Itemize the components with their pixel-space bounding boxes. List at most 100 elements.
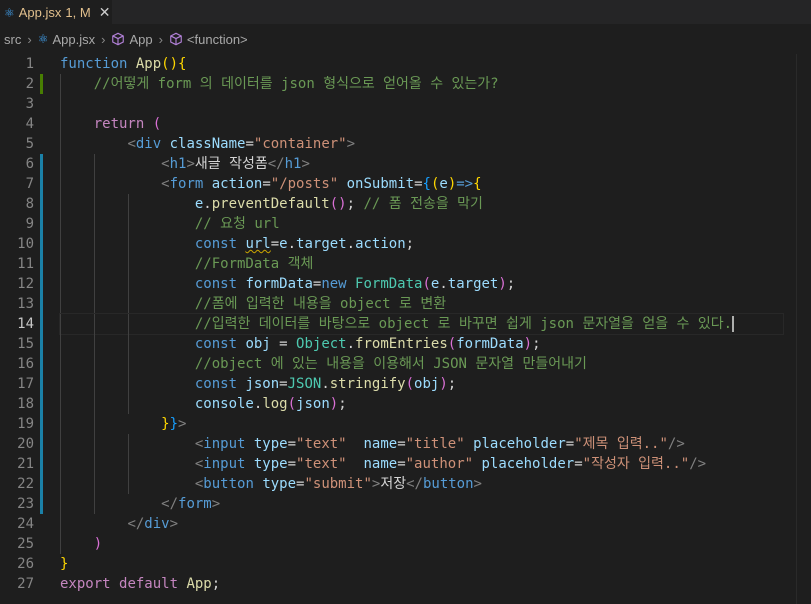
git-change-marker[interactable] [40, 494, 43, 514]
code-line[interactable]: 17 const json=JSON.stringify(obj); [0, 374, 811, 394]
close-icon[interactable]: ✕ [99, 4, 111, 21]
git-change-marker[interactable] [40, 294, 43, 314]
line-number: 3 [25, 96, 34, 112]
code-token: > [169, 516, 179, 532]
code-token: 저장 [380, 476, 407, 492]
code-token: "container" [253, 136, 347, 152]
code-line[interactable]: 23 </form> [0, 494, 811, 514]
code-text: <div className="container"> [60, 134, 355, 154]
code-line[interactable]: 7 <form action="/posts" onSubmit={(e)=>{ [0, 174, 811, 194]
git-change-marker[interactable] [40, 334, 43, 354]
code-token: obj [245, 336, 271, 352]
code-line[interactable]: 19 }}> [0, 414, 811, 434]
code-text: const formData=new FormData(e.target); [60, 274, 515, 294]
code-line[interactable]: 8 e.preventDefault(); // 폼 전송을 막기 [0, 194, 811, 214]
code-token: . [439, 276, 448, 292]
code-area: const obj = Object.fromEntries(formData)… [60, 334, 783, 354]
git-change-marker[interactable] [40, 374, 43, 394]
code-line[interactable]: 1 function App(){ [0, 54, 811, 74]
git-change-marker[interactable] [40, 274, 43, 294]
breadcrumb-item-file[interactable]: App.jsx [52, 32, 95, 47]
code-token: = [245, 136, 254, 152]
code-token: action [211, 176, 263, 192]
code-token: ( [422, 276, 431, 292]
code-token: obj [414, 376, 440, 392]
code-line[interactable]: 22 <button type="submit">저장</button> [0, 474, 811, 494]
code-area: <input type="text" name="author" placeho… [60, 454, 783, 474]
code-token: //object 에 있는 내용을 이용해서 JSON 문자열 만들어내기 [194, 356, 587, 372]
code-line[interactable]: 18 console.log(json); [0, 394, 811, 414]
code-text: const obj = Object.fromEntries(formData)… [60, 334, 541, 354]
code-line[interactable]: 16 //object 에 있는 내용을 이용해서 JSON 문자열 만들어내기 [0, 354, 811, 374]
git-change-marker[interactable] [40, 254, 43, 274]
code-line[interactable]: 13 //폼에 입력한 내용을 object 로 변환 [0, 294, 811, 314]
code-area: <h1>새글 작성폼</h1> [60, 154, 783, 174]
git-change-marker[interactable] [40, 314, 43, 334]
git-change-marker[interactable] [40, 154, 43, 174]
code-token: ; [532, 336, 541, 352]
code-line[interactable]: 20 <input type="text" name="title" place… [0, 434, 811, 454]
code-token: > [186, 156, 195, 172]
code-text: //폼에 입력한 내용을 object 로 변환 [60, 294, 446, 314]
git-change-marker[interactable] [40, 234, 43, 254]
code-line[interactable]: 12 const formData=new FormData(e.target)… [0, 274, 811, 294]
code-line[interactable]: 21 <input type="text" name="author" plac… [0, 454, 811, 474]
code-token: const [194, 376, 246, 392]
code-token: "submit" [304, 476, 372, 492]
code-line[interactable]: 4 return ( [0, 114, 811, 134]
line-number: 6 [25, 156, 34, 172]
tab-status: 1, M [65, 5, 91, 20]
git-change-marker[interactable] [40, 174, 43, 194]
line-number: 8 [25, 196, 34, 212]
git-change-marker[interactable] [40, 74, 43, 94]
code-token: . [346, 336, 356, 352]
code-token: formData [245, 276, 313, 292]
code-editor[interactable]: 1 function App(){2 //어떻게 form 의 데이터를 json… [0, 54, 811, 594]
code-token: ; [346, 196, 364, 212]
code-area: //FormData 객체 [60, 254, 783, 274]
code-line[interactable]: 3 [0, 94, 811, 114]
git-change-marker[interactable] [40, 394, 43, 414]
code-line[interactable]: 27 export default App; [0, 574, 811, 594]
code-text: ) [60, 534, 102, 554]
code-token: "작성자 입력.." [582, 456, 690, 472]
breadcrumb-item-src[interactable]: src [4, 32, 21, 47]
code-token: ( [152, 116, 162, 132]
code-token: => [456, 176, 474, 192]
tab-app-jsx[interactable]: ⚛ App.jsx 1, M ✕ [0, 0, 112, 24]
code-line[interactable]: 14 //입력한 데이터를 바탕으로 object 로 바꾸면 쉽게 json … [0, 313, 811, 335]
git-change-marker[interactable] [40, 414, 43, 434]
code-token: h1 [169, 156, 187, 172]
code-line[interactable]: 11 //FormData 객체 [0, 254, 811, 274]
git-change-marker[interactable] [40, 214, 43, 234]
code-token: = [565, 436, 575, 452]
code-token: new [321, 276, 356, 292]
git-change-marker[interactable] [40, 194, 43, 214]
code-line[interactable]: 25 ) [0, 534, 811, 554]
code-token: ( [405, 376, 415, 392]
git-change-marker[interactable] [40, 474, 43, 494]
code-line[interactable]: 2 //어떻게 form 의 데이터를 json 형식으로 얻어올 수 있는가? [0, 74, 811, 94]
code-line[interactable]: 9 // 요청 url [0, 214, 811, 234]
code-line[interactable]: 10 const url=e.target.action; [0, 234, 811, 254]
code-line[interactable]: 26} [0, 554, 811, 574]
code-token: formData [456, 336, 524, 352]
code-line[interactable]: 15 const obj = Object.fromEntries(formDa… [0, 334, 811, 354]
code-line[interactable]: 5 <div className="container"> [0, 134, 811, 154]
code-line[interactable]: 24 </div> [0, 514, 811, 534]
git-change-marker[interactable] [40, 354, 43, 374]
git-change-marker[interactable] [40, 454, 43, 474]
git-change-marker[interactable] [40, 434, 43, 454]
code-line[interactable]: 6 <h1>새글 작성폼</h1> [0, 154, 811, 174]
tab-bar: ⚛ App.jsx 1, M ✕ [0, 0, 811, 24]
code-area: function App(){ [60, 54, 783, 74]
vertical-scrollbar[interactable] [796, 54, 811, 604]
breadcrumb-item-app[interactable]: App [129, 32, 152, 47]
code-area [60, 94, 783, 114]
breadcrumb-item-function[interactable]: <function> [187, 32, 248, 47]
code-token: form [169, 176, 212, 192]
code-token: className [169, 136, 246, 152]
